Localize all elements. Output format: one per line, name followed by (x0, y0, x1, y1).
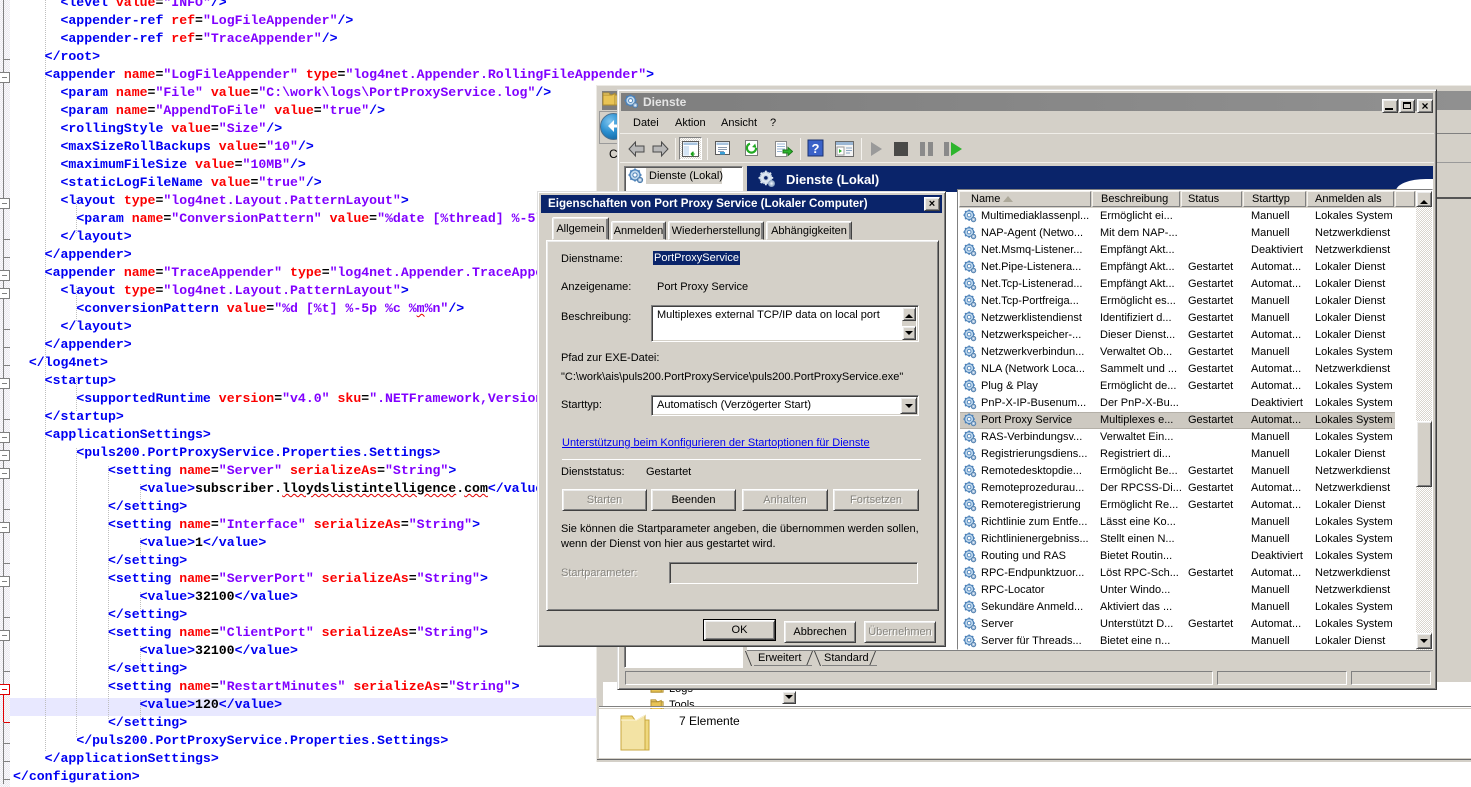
svg-text:?: ? (812, 141, 820, 156)
